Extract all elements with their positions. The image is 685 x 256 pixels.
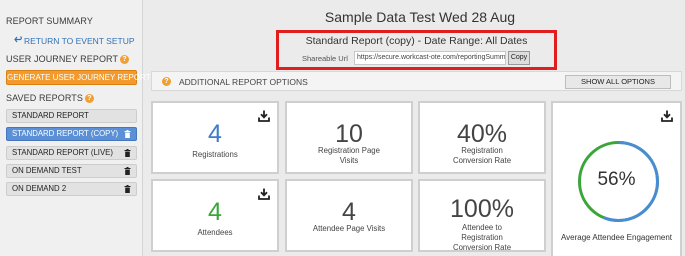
metric-card: 100% Attendee to Registration Conversion … <box>418 179 546 252</box>
show-all-options-button[interactable]: SHOW ALL OPTIONS <box>565 75 671 89</box>
share-url-label: Shareable Url <box>302 54 348 63</box>
page-title: Sample Data Test Wed 28 Aug <box>324 9 516 25</box>
engagement-value: 56% <box>597 169 636 190</box>
trash-icon[interactable] <box>124 167 131 175</box>
trash-icon[interactable] <box>124 185 131 193</box>
share-url-field[interactable]: https://secure.workcast-ote.com/reportin… <box>354 51 506 65</box>
saved-report-label: STANDARD REPORT (LIVE) <box>12 148 113 157</box>
sidebar: REPORT SUMMARY RETURN TO EVENT SETUP USE… <box>0 0 151 256</box>
metric-value: 4 <box>208 198 222 226</box>
saved-report-item[interactable]: STANDARD REPORT <box>6 109 137 123</box>
saved-report-label: STANDARD REPORT (COPY) <box>12 129 119 138</box>
metric-label: Attendee to Registration Conversion Rate <box>452 223 512 252</box>
saved-report-item[interactable]: STANDARD REPORT (COPY) <box>6 127 137 141</box>
metric-value: 4 <box>342 198 356 226</box>
trash-icon[interactable] <box>124 130 131 138</box>
generate-user-journey-button[interactable]: GENERATE USER JOURNEY REPORT <box>6 70 151 85</box>
saved-reports-heading: SAVED REPORTS? <box>6 93 94 103</box>
trash-icon[interactable] <box>124 149 131 157</box>
metric-label: Attendee Page Visits <box>312 224 386 233</box>
saved-report-label: STANDARD REPORT <box>12 111 89 120</box>
additional-options-bar[interactable]: ? ADDITIONAL REPORT OPTIONS SHOW ALL OPT… <box>151 71 682 91</box>
metric-value: 4 <box>208 120 222 148</box>
return-to-event-setup-link[interactable]: RETURN TO EVENT SETUP <box>14 36 135 46</box>
metric-card: 4 Registrations <box>151 101 279 174</box>
return-link-label: RETURN TO EVENT SETUP <box>24 36 135 46</box>
additional-options-label: ADDITIONAL REPORT OPTIONS <box>179 77 308 87</box>
metric-value: 40% <box>456 120 508 148</box>
return-arrow-icon <box>14 36 24 46</box>
report-info-highlight: Standard Report (copy) - Date Range: All… <box>276 30 557 70</box>
engagement-label: Average Attendee Engagement <box>560 233 673 242</box>
report-subtitle: Standard Report (copy) - Date Range: All… <box>305 35 528 47</box>
download-icon[interactable] <box>661 110 673 122</box>
saved-report-label: ON DEMAND 2 <box>12 184 67 193</box>
metric-card: 4 Attendee Page Visits <box>285 179 413 252</box>
saved-reports-label: SAVED REPORTS <box>6 93 83 103</box>
saved-report-label: ON DEMAND TEST <box>12 166 82 175</box>
help-icon[interactable]: ? <box>85 94 94 103</box>
help-icon[interactable]: ? <box>120 55 130 64</box>
metric-card: 40% Registration Conversion Rate <box>418 101 546 174</box>
metric-label: Attendees <box>197 228 233 237</box>
help-icon[interactable]: ? <box>162 77 171 86</box>
metric-value: 100% <box>450 195 514 223</box>
metric-card: 4 Attendees <box>151 179 279 252</box>
report-summary-heading[interactable]: REPORT SUMMARY <box>6 16 93 26</box>
saved-report-item[interactable]: STANDARD REPORT (LIVE) <box>6 146 137 160</box>
user-journey-label: USER JOURNEY REPORT <box>6 54 119 64</box>
metric-card: 10 Registration Page Visits <box>285 101 413 174</box>
copy-button[interactable]: Copy <box>508 51 530 65</box>
metric-value: 10 <box>335 120 363 148</box>
metric-label: Registration Page Visits <box>318 146 380 165</box>
engagement-card: 56% Average Attendee Engagement <box>551 101 682 256</box>
metric-label: Registrations <box>192 150 238 159</box>
metric-label: Registration Conversion Rate <box>452 146 512 165</box>
saved-report-item[interactable]: ON DEMAND 2 <box>6 182 137 196</box>
saved-report-item[interactable]: ON DEMAND TEST <box>6 164 137 178</box>
user-journey-heading: USER JOURNEY REPORT? <box>6 54 130 64</box>
